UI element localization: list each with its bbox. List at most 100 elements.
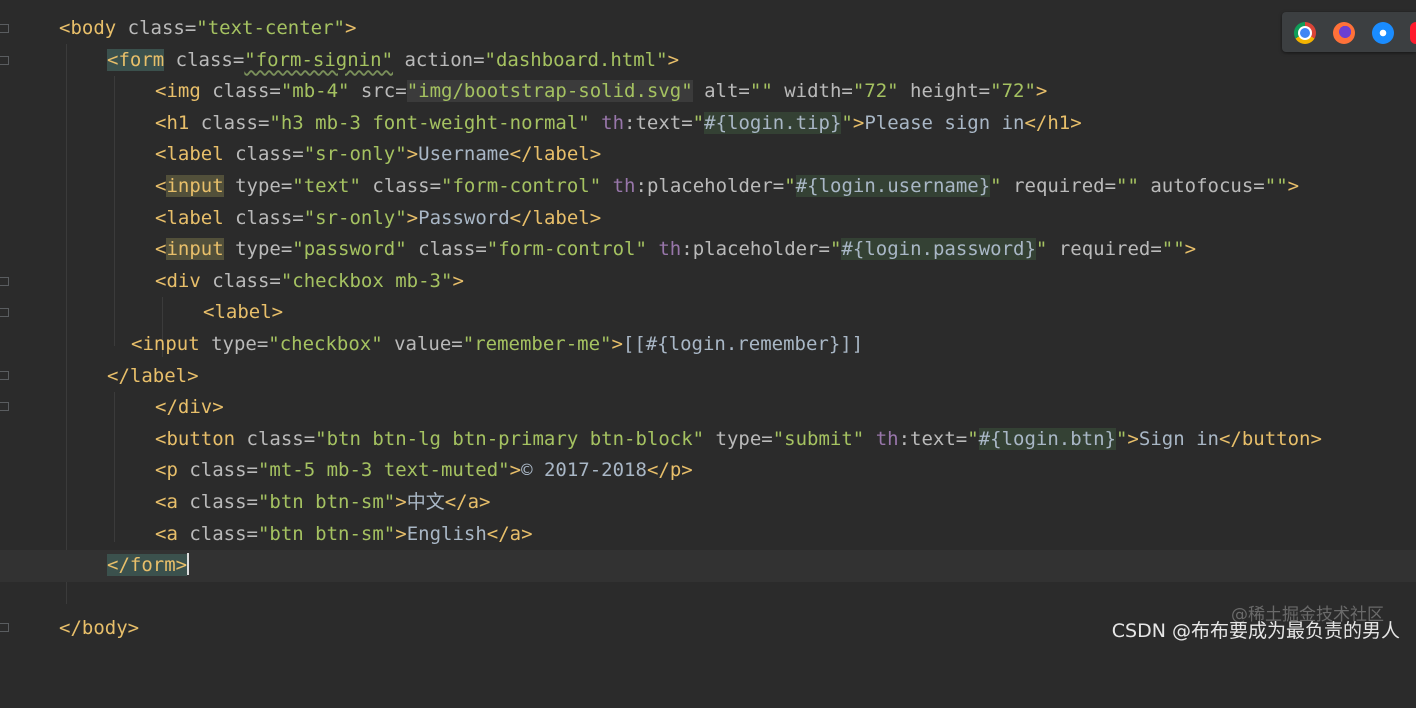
tag-token: > — [345, 17, 357, 39]
value-token: "remember-me" — [462, 332, 612, 355]
code-line-9: <div class="checkbox mb-3"> — [0, 266, 1416, 298]
tag-token: > — [667, 48, 680, 71]
value-token: "form-control" — [486, 238, 647, 261]
code-line-11: <input type="checkbox" value="remember-m… — [0, 329, 1416, 361]
expression-token: #{ — [841, 238, 865, 261]
value-token: "mt-5 mb-3 text-muted" — [257, 459, 510, 482]
value-token: "72" — [852, 80, 899, 103]
tag-token: > — [1287, 174, 1300, 197]
chrome-icon[interactable] — [1294, 22, 1316, 44]
attr-token: type= — [704, 427, 773, 450]
code-line-2: <form class="form-signin" action="dashbo… — [0, 45, 1416, 77]
tag-token: </label> — [509, 206, 602, 229]
attr-token: class= — [177, 490, 258, 513]
code-line-7: <label class="sr-only">Password</label> — [0, 203, 1416, 235]
tag-token: > — [395, 490, 407, 513]
value-token: "" — [1161, 238, 1185, 261]
tag-token: <label — [155, 206, 224, 229]
tag-token: <p — [155, 459, 178, 482]
value-token: "mb-4" — [280, 80, 350, 103]
attr-token: class= — [235, 427, 316, 450]
code-line-16: <a class="btn btn-sm">中文</a> — [0, 487, 1416, 519]
attr-token: class= — [164, 48, 245, 71]
attr-token: type= — [223, 174, 293, 197]
tag-name-token: input — [166, 174, 224, 197]
tag-token: </label> — [509, 143, 602, 166]
tag-token: </a> — [444, 490, 491, 513]
firefox-icon[interactable] — [1333, 22, 1355, 44]
attr-token: type= — [223, 238, 293, 261]
attr-token: :placeholder= — [635, 174, 785, 197]
text-token: Username — [418, 143, 510, 166]
tag-token: > — [406, 206, 419, 229]
code-line-3: <img class="mb-4" src="img/bootstrap-sol… — [0, 76, 1416, 108]
attr-token: alt= — [692, 80, 750, 103]
attr-token: class= — [177, 459, 258, 482]
expression-token: } — [1024, 238, 1036, 261]
attr-token: class= — [200, 80, 281, 103]
expression-token: login.tip — [727, 111, 830, 134]
value-token: " — [841, 111, 853, 134]
namespace-token: th — [864, 427, 899, 450]
tag-token: <div — [155, 269, 201, 292]
code-line-5: <label class="sr-only">Username</label> — [0, 139, 1416, 171]
value-token: "btn btn-sm" — [257, 522, 396, 545]
attr-token: :text= — [898, 427, 968, 450]
value-token: "submit" — [772, 427, 865, 450]
value-token: " — [692, 111, 705, 134]
value-token: "btn btn-sm" — [257, 490, 396, 513]
attr-token: :placeholder= — [681, 238, 830, 261]
text-token: [[#{login.remember}]] — [622, 332, 864, 355]
code-line-8: <input type="password" class="form-contr… — [0, 234, 1416, 266]
value-token: "" — [1264, 174, 1288, 197]
tag-token: <a — [155, 522, 178, 545]
tag-token: > — [406, 143, 419, 166]
value-token: " — [829, 238, 842, 261]
text-token: English — [406, 522, 487, 545]
tag-token: > — [509, 459, 522, 482]
code-line-12: </label> — [0, 361, 1416, 393]
attr-token: class= — [177, 522, 258, 545]
tag-name-token: input — [166, 238, 224, 261]
tag-token: <label> — [203, 301, 284, 324]
attr-token: :text= — [624, 111, 693, 134]
expression-token: login.password — [864, 238, 1025, 261]
opera-icon[interactable] — [1410, 22, 1416, 44]
attr-token: width= — [772, 80, 853, 103]
tag-token: </h1> — [1024, 111, 1082, 134]
tag-name-token: form — [118, 48, 165, 71]
tag-token: </button> — [1218, 427, 1322, 450]
code-editor[interactable]: <body class="text-center"> <form class="… — [0, 13, 1416, 645]
attr-token: value= — [382, 332, 463, 355]
value-token: "password" — [292, 238, 407, 261]
value-token: "checkbox mb-3" — [280, 269, 453, 292]
tag-token: > — [852, 111, 865, 134]
value-token: "72" — [990, 80, 1036, 103]
tag-token: > — [1127, 427, 1139, 450]
tag-token: > — [1184, 238, 1197, 261]
value-token: "dashboard.html" — [484, 48, 668, 71]
tag-token: </div> — [155, 396, 224, 419]
code-line-4: <h1 class="h3 mb-3 font-weight-normal" t… — [0, 108, 1416, 140]
tag-token: </p> — [646, 459, 693, 482]
attr-token: class= — [223, 143, 304, 166]
value-token: "checkbox" — [268, 332, 383, 355]
tag-name-token: form — [129, 554, 176, 577]
code-line-1: <body class="text-center"> — [0, 13, 1416, 45]
value-token: "h3 mb-3 font-weight-normal" — [269, 111, 590, 134]
safari-icon[interactable] — [1372, 22, 1394, 44]
expression-token: #{ — [704, 111, 728, 134]
attr-token: class= — [406, 238, 487, 261]
value-token: "sr-only" — [303, 143, 407, 166]
expression-token: login.username — [818, 174, 979, 197]
browser-preview-bar — [1282, 12, 1416, 52]
tag-token: < — [155, 238, 167, 261]
namespace-token: th — [646, 238, 682, 261]
attr-token: src= — [349, 80, 407, 103]
expression-token: } — [978, 174, 991, 197]
value-token: "form-control" — [441, 174, 602, 197]
attr-token: class= — [223, 206, 304, 229]
value-token: "" — [749, 80, 773, 103]
text-token: © 2017-2018 — [521, 459, 647, 482]
